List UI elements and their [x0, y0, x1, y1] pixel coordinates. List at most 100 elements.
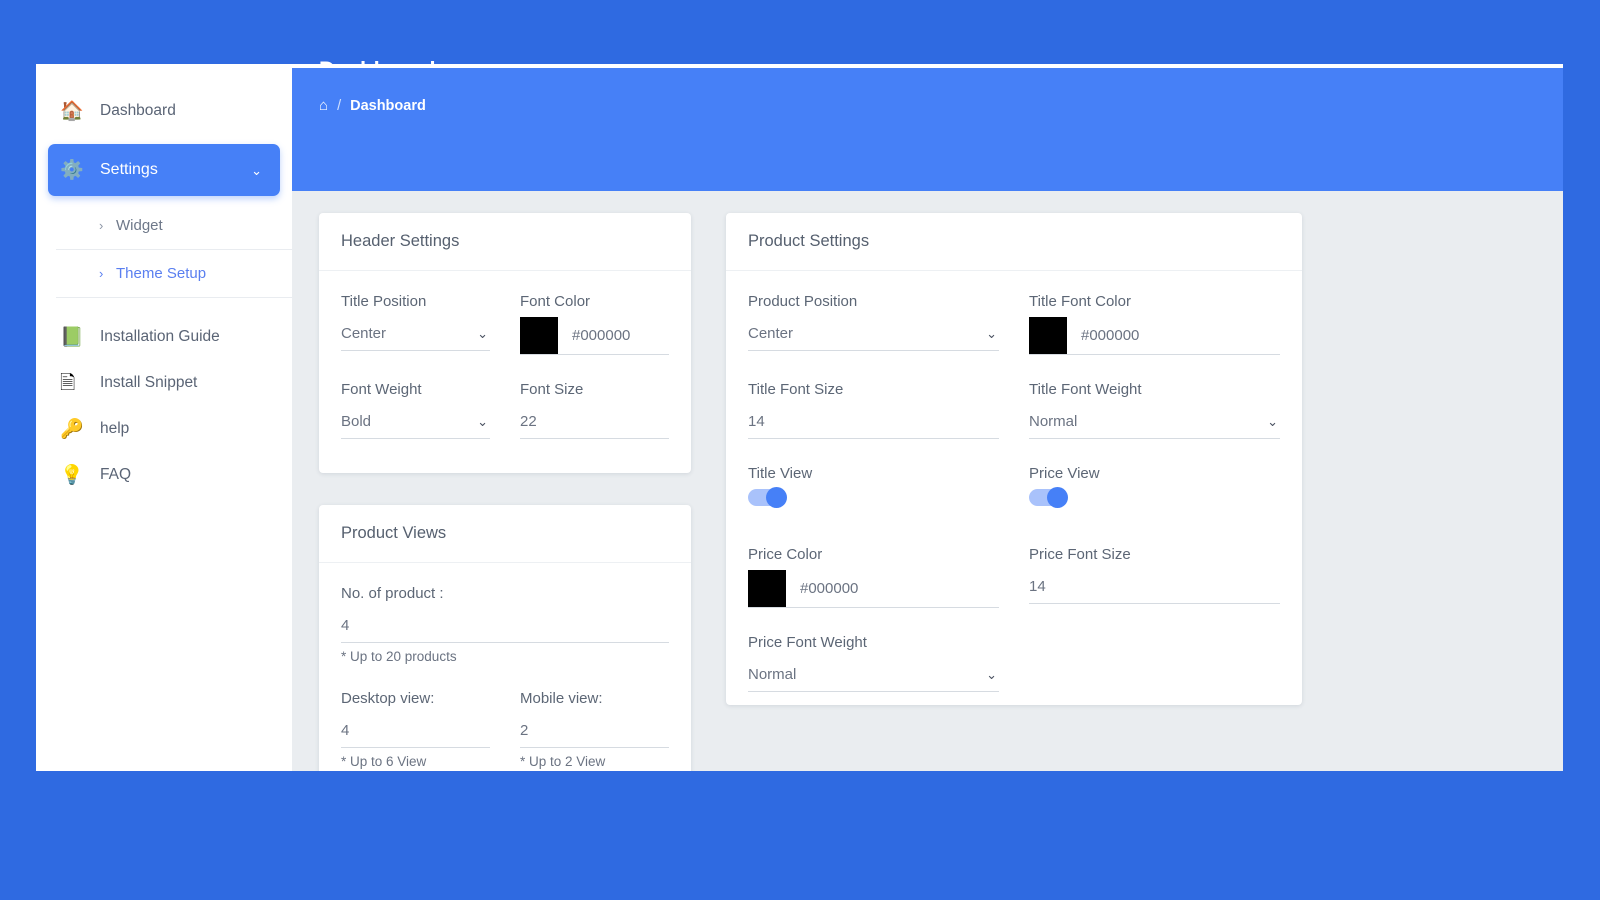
sidebar-item-installation-guide[interactable]: 📗 Installation Guide: [36, 314, 292, 360]
sidebar-item-help[interactable]: 🔑 help: [36, 406, 292, 452]
chevron-right-icon: ›: [99, 266, 104, 281]
font-size-input[interactable]: 22: [520, 405, 669, 439]
chevron-down-icon: ⌄: [986, 666, 997, 682]
color-hex-value: #000000: [572, 327, 631, 344]
field-label: Font Size: [520, 381, 584, 398]
field-label: Price Font Weight: [748, 634, 867, 651]
select-value: Bold: [341, 413, 372, 430]
price-font-size-input[interactable]: 14: [1029, 570, 1280, 604]
field-title-position: Title Position Center ⌄: [341, 293, 490, 355]
field-font-size: Font Size 22: [520, 381, 669, 439]
card-header-settings: Header Settings Title Position Center ⌄ …: [319, 213, 691, 473]
mobile-view-input[interactable]: 2: [520, 714, 669, 748]
form-row: No. of product : 4 * Up to 20 products: [341, 585, 669, 664]
field-label: Title Font Weight: [1029, 381, 1142, 398]
input-value: 4: [341, 722, 350, 739]
color-swatch[interactable]: [748, 570, 786, 607]
field-label: Product Position: [748, 293, 858, 310]
house-icon: 🏠: [60, 100, 84, 122]
card-product-settings: Product Settings Product Position Center…: [726, 213, 1302, 705]
title-font-weight-select[interactable]: Normal ⌄: [1029, 405, 1280, 439]
title-position-select[interactable]: Center ⌄: [341, 317, 490, 351]
field-title-font-size: Title Font Size 14: [748, 381, 999, 439]
form-row: Title Position Center ⌄ Font Color #0000…: [341, 293, 669, 355]
card-product-views: Product Views No. of product : 4 * Up to…: [319, 505, 691, 771]
code-file-icon: 🗎: [60, 372, 76, 394]
field-label: No. of product :: [341, 585, 444, 602]
lightbulb-icon: 💡: [60, 464, 84, 486]
chevron-down-icon: ⌄: [1267, 413, 1278, 429]
field-product-position: Product Position Center ⌄: [748, 293, 999, 355]
key-icon: 🔑: [60, 418, 84, 440]
title-font-size-input[interactable]: 14: [748, 405, 999, 439]
breadcrumb: ⌂ / Dashboard: [319, 97, 426, 114]
font-weight-select[interactable]: Bold ⌄: [341, 405, 490, 439]
card-title: Product Views: [341, 524, 447, 542]
desktop-view-input[interactable]: 4: [341, 714, 490, 748]
price-color-field[interactable]: #000000: [748, 570, 999, 608]
form-row: Desktop view: 4 * Up to 6 View Mobile vi…: [341, 690, 669, 769]
form-row: Font Weight Bold ⌄ Font Size 22: [341, 381, 669, 439]
field-price-view: Price View: [1029, 465, 1280, 508]
input-value: 22: [520, 413, 537, 430]
chevron-down-icon: ⌄: [986, 325, 997, 341]
field-label: Price Font Size: [1029, 546, 1131, 563]
field-hint: * Up to 6 View: [341, 754, 427, 769]
color-swatch[interactable]: [1029, 317, 1067, 354]
color-swatch[interactable]: [520, 317, 558, 354]
field-desktop-view: Desktop view: 4 * Up to 6 View: [341, 690, 490, 769]
field-price-font-weight: Price Font Weight Normal ⌄: [748, 634, 999, 692]
field-label: Title Font Size: [748, 381, 844, 398]
price-font-weight-select[interactable]: Normal ⌄: [748, 658, 999, 692]
sidebar-item-faq[interactable]: 💡 FAQ: [36, 452, 292, 498]
toggle-knob: [766, 487, 787, 508]
no-of-product-input[interactable]: 4: [341, 609, 669, 643]
card-body: Title Position Center ⌄ Font Color #0000…: [319, 271, 691, 471]
font-color-field[interactable]: #000000: [520, 317, 669, 355]
field-price-color: Price Color #000000: [748, 546, 999, 608]
card-header: Product Settings: [726, 213, 1302, 271]
field-label: Price Color: [748, 546, 823, 563]
field-label: Font Color: [520, 293, 591, 310]
field-title-font-color: Title Font Color #000000: [1029, 293, 1280, 355]
field-label: Title Font Color: [1029, 293, 1131, 310]
product-position-select[interactable]: Center ⌄: [748, 317, 999, 351]
select-value: Normal: [1029, 413, 1078, 430]
main-area: ⌂ / Dashboard Header Settings Title Posi…: [292, 68, 1563, 771]
chevron-down-icon: ⌄: [477, 325, 488, 341]
select-value: Center: [341, 325, 387, 342]
input-value: 2: [520, 722, 529, 739]
field-title-view: Title View: [748, 465, 999, 508]
breadcrumb-current: Dashboard: [350, 97, 426, 114]
sidebar-item-install-snippet[interactable]: 🗎 Install Snippet: [36, 360, 292, 406]
select-value: Normal: [748, 666, 797, 683]
breadcrumb-separator: /: [337, 97, 342, 114]
home-icon[interactable]: ⌂: [319, 97, 328, 114]
app-viewport: 🏠 Dashboard ⚙️ Settings ⌄ › Widget › The…: [36, 68, 1563, 771]
chevron-down-icon: ⌄: [477, 413, 488, 429]
card-body: Product Position Center ⌄ Title Font Col…: [726, 271, 1302, 724]
card-header: Product Views: [319, 505, 691, 563]
form-row: Price Color #000000 Price Font Size 14: [748, 546, 1280, 608]
sidebar-item-widget[interactable]: › Widget: [36, 202, 292, 249]
field-font-weight: Font Weight Bold ⌄: [341, 381, 490, 439]
chevron-down-icon: ⌄: [251, 162, 262, 178]
field-font-color: Font Color #000000: [520, 293, 669, 355]
field-label: Title Position: [341, 293, 427, 310]
sidebar-item-label: Theme Setup: [116, 265, 207, 282]
title-view-toggle[interactable]: [748, 487, 787, 508]
title-font-color-field[interactable]: #000000: [1029, 317, 1280, 355]
card-body: No. of product : 4 * Up to 20 products D…: [319, 563, 691, 771]
sidebar-item-theme-setup[interactable]: › Theme Setup: [36, 250, 292, 297]
sidebar-item-settings[interactable]: ⚙️ Settings ⌄: [48, 144, 280, 196]
sidebar-item-dashboard[interactable]: 🏠 Dashboard: [36, 88, 292, 134]
price-view-toggle[interactable]: [1029, 487, 1068, 508]
field-label: Font Weight: [341, 381, 422, 398]
sidebar-item-label: Dashboard: [100, 102, 176, 119]
sidebar-item-label: Settings: [100, 161, 158, 178]
sidebar-item-label: Widget: [116, 217, 163, 234]
sidebar-item-label: Install Snippet: [100, 374, 198, 391]
